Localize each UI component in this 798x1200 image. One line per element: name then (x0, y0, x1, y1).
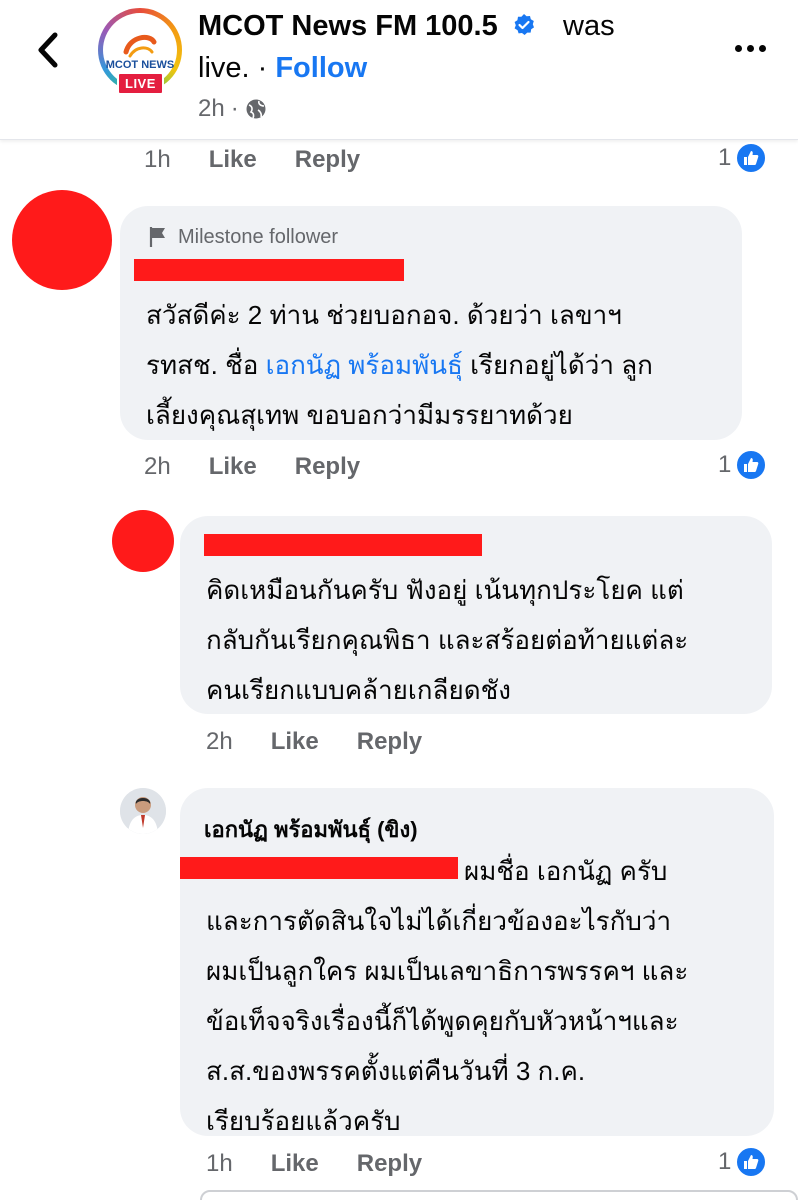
post-header: MCOT NEWS LIVE MCOT News FM 100.5 was li… (0, 0, 798, 140)
post-timestamp[interactable]: 2h (198, 95, 225, 123)
was-text: was (563, 10, 615, 42)
commenter-avatar[interactable] (112, 510, 174, 572)
reply-button[interactable]: Reply (295, 146, 360, 174)
logo-text: MCOT NEWS (105, 59, 175, 71)
comment-line: ผมเป็นลูกใคร ผมเป็นเลขาธิการพรรคฯ และ (206, 956, 689, 986)
dot (758, 44, 766, 52)
like-button[interactable]: Like (271, 728, 319, 756)
like-reaction-icon (735, 449, 768, 481)
comment-line: เรียบร้อยแล้วครับ (206, 1106, 401, 1136)
milestone-badge: Milestone follower (146, 225, 338, 249)
comment-actions: 1h Like Reply (206, 1150, 422, 1178)
live-text: live. · (198, 52, 276, 84)
like-reaction-icon (735, 142, 768, 174)
comment-line: ข้อเท็จจริงเรื่องนี้ก็ได้พูดคุยกับหัวหน้… (206, 1006, 679, 1036)
comment-line: รทสช. ชื่อ เอกนัฏ พร้อมพันธุ์ เรียกอยู่ไ… (146, 340, 726, 390)
flag-icon (149, 227, 165, 247)
comment-line: เลี้ยงคุณสุเทพ ขอบอกว่ามีมรรยาทด้วย (146, 400, 573, 430)
globe-icon (246, 99, 266, 119)
comment-time[interactable]: 1h (206, 1150, 233, 1178)
comment-text-part: รทสช. ชื่อ (146, 350, 266, 380)
verified-badge-icon (514, 14, 534, 35)
author-avatar[interactable] (120, 788, 166, 834)
comment-text: และการตัดสินใจไม่ได้เกี่ยวข้องอะไรกับว่า… (206, 896, 766, 1146)
comment-text-part: เรียกอยู่ได้ว่า ลูก (462, 350, 653, 380)
separator: · (230, 95, 239, 122)
live-badge: LIVE (117, 72, 164, 95)
comment-author[interactable]: เอกนัฏ พร้อมพันธุ์ (ขิง) (204, 812, 418, 847)
commenter-avatar[interactable] (12, 190, 112, 290)
reply-button[interactable]: Reply (357, 1150, 422, 1178)
reaction-count[interactable]: 1 (718, 1146, 768, 1178)
live-status: live. · Follow (198, 52, 367, 85)
redacted-name (204, 534, 482, 556)
like-button[interactable]: Like (271, 1150, 319, 1178)
mcot-logo-icon (123, 34, 157, 58)
follow-button[interactable]: Follow (275, 52, 367, 84)
reaction-number: 1 (718, 144, 732, 171)
reaction-number: 1 (718, 1148, 732, 1175)
badge-label: Milestone follower (178, 225, 339, 248)
comment-time[interactable]: 1h (144, 146, 171, 174)
comment-line: ส.ส.ของพรรคตั้งแต่คืนวันที่ 3 ก.ค. (206, 1056, 586, 1086)
dot (746, 44, 754, 52)
comment-actions: 1h Like Reply (144, 146, 360, 174)
comment-time[interactable]: 2h (144, 453, 171, 481)
redacted-name (134, 259, 404, 281)
page-name[interactable]: MCOT News FM 100.5 (198, 10, 536, 43)
comment-line: คนเรียกแบบคล้ายเกลียดชัง (206, 675, 511, 705)
reaction-count[interactable]: 1 (718, 142, 768, 174)
comment-line: และการตัดสินใจไม่ได้เกี่ยวข้องอะไรกับว่า (206, 906, 672, 936)
chevron-left-icon (38, 32, 58, 68)
like-reaction-icon (735, 1146, 768, 1178)
redacted-mention (180, 857, 458, 879)
comment-actions: 2h Like Reply (206, 728, 422, 756)
comment-time[interactable]: 2h (206, 728, 233, 756)
comment-text: คิดเหมือนกันครับ ฟังอยู่ เน้นทุกประโยค แ… (206, 565, 766, 715)
reply-button[interactable]: Reply (295, 453, 360, 481)
reaction-number: 1 (718, 451, 732, 478)
comment-line: ผมชื่อ เอกนัฏ ครับ (464, 856, 668, 886)
person-photo-icon (120, 788, 166, 834)
comment-text: สวัสดีค่ะ 2 ท่าน ช่วยบอกอจ. ด้วยว่า เลขา… (146, 290, 726, 440)
comment-actions: 2h Like Reply (144, 453, 360, 481)
page-name-text[interactable]: MCOT News FM 100.5 (198, 10, 498, 42)
mention-link[interactable]: เอกนัฏ พร้อมพันธุ์ (266, 350, 463, 380)
back-button[interactable] (30, 28, 66, 72)
comment-line: สวัสดีค่ะ 2 ท่าน ช่วยบอกอจ. ด้วยว่า เลขา… (146, 300, 622, 330)
reply-button[interactable]: Reply (357, 728, 422, 756)
reaction-count[interactable]: 1 (718, 449, 768, 481)
post-time: 2h · (198, 95, 267, 123)
comment-line: คิดเหมือนกันครับ ฟังอยู่ เน้นทุกประโยค แ… (206, 575, 684, 605)
dot (734, 44, 742, 52)
like-button[interactable]: Like (209, 146, 257, 174)
reply-input-box[interactable] (200, 1190, 798, 1200)
more-options-button[interactable] (728, 36, 772, 60)
like-button[interactable]: Like (209, 453, 257, 481)
comment-line: กลับกันเรียกคุณพิธา และสร้อยต่อท้ายแต่ละ (206, 625, 689, 655)
